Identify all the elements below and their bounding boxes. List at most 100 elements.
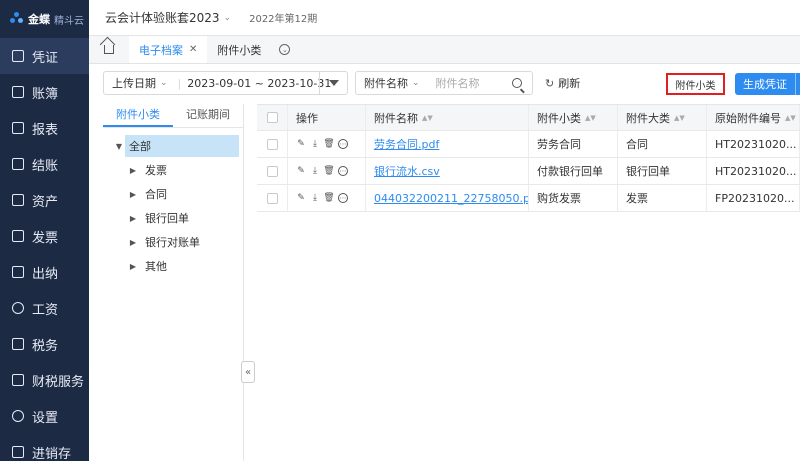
table-row[interactable]: ✎ ⤓ 🗑 ⋯ 银行流水.csv 付款银行回单 银行回单 HT20231020...: [257, 158, 800, 185]
collapse-panel-button[interactable]: «: [241, 361, 255, 383]
column-header[interactable]: 附件小类 ▲▼: [529, 105, 618, 130]
chevron-down-icon[interactable]: ⌄: [160, 78, 168, 88]
tab-accounting-period[interactable]: 记账期间: [173, 104, 243, 127]
checkbox[interactable]: [266, 112, 278, 123]
tree-node[interactable]: ▶ 其他: [127, 254, 243, 278]
date-type-select[interactable]: 上传日期: [112, 75, 156, 91]
nav-icon: [12, 122, 24, 134]
filter-icon: [328, 80, 339, 86]
tab-attachment-category[interactable]: 附件小类: [207, 36, 271, 63]
caret-right-icon[interactable]: ▶: [127, 190, 139, 199]
book-name-selector[interactable]: 云会计体验账套2023: [105, 9, 220, 26]
caret-right-icon[interactable]: ▶: [127, 214, 139, 223]
attachment-link[interactable]: 044032200211_22758050.pdf: [374, 192, 528, 205]
edit-icon[interactable]: ✎: [296, 193, 306, 203]
tree-node[interactable]: ▶ 合同: [127, 182, 243, 206]
table-row[interactable]: ✎ ⤓ 🗑 ⋯ 044032200211_22758050.pdf 购货发票 发票 FP202…: [257, 185, 800, 212]
date-range-input[interactable]: 2023-09-01 ~ 2023-10-31: [187, 77, 331, 90]
tree-node-label[interactable]: 发票: [145, 162, 167, 178]
delete-icon[interactable]: 🗑: [323, 139, 334, 149]
tree-node-label[interactable]: 银行对账单: [145, 234, 200, 250]
delete-icon[interactable]: 🗑: [323, 166, 334, 176]
checkbox[interactable]: [266, 192, 278, 204]
sidebar-item[interactable]: 发票: [0, 218, 89, 254]
sidebar-item-label: 发票: [32, 230, 59, 246]
search-box[interactable]: 附件名称 ⌄ 附件名称: [355, 71, 533, 95]
sidebar-item[interactable]: 设置: [0, 398, 89, 434]
cell-name: 044032200211_22758050.pdf: [366, 185, 529, 211]
caret-right-icon[interactable]: ▶: [127, 238, 139, 247]
attachment-link[interactable]: 劳务合同.pdf: [374, 136, 439, 152]
cell-sub-category: 付款银行回单: [529, 158, 618, 184]
chevron-down-icon[interactable]: ⌄: [412, 78, 420, 88]
sidebar-item[interactable]: 进销存: [0, 434, 89, 461]
logo[interactable]: 金蝶 精斗云: [0, 0, 89, 38]
home-icon: [104, 45, 114, 54]
sidebar-item[interactable]: 税务: [0, 326, 89, 362]
caret-right-icon[interactable]: ▶: [127, 166, 139, 175]
tree-node-label[interactable]: 银行回单: [145, 210, 189, 226]
tree-node[interactable]: ▶ 银行回单: [127, 206, 243, 230]
row-select[interactable]: [257, 185, 288, 211]
category-tree: ▼ 全部 ▶ 发票 ▶ 合同 ▶ 银行回单 ▶ 银行对账单 ▶ 其他: [103, 128, 243, 278]
tree-node-all[interactable]: ▼ 全部: [113, 134, 243, 158]
sidebar-item[interactable]: 工资: [0, 290, 89, 326]
checkbox[interactable]: [266, 138, 278, 150]
sidebar-item-label: 凭证: [32, 50, 59, 66]
sidebar-item[interactable]: 出纳: [0, 254, 89, 290]
column-header[interactable]: 原始附件编号 ▲▼: [707, 105, 800, 130]
sidebar-item[interactable]: 报表: [0, 110, 89, 146]
refresh-button[interactable]: ↻ 刷新: [545, 71, 580, 95]
tab-electronic-archive[interactable]: 电子档案 ✕: [129, 36, 208, 63]
chevron-down-icon[interactable]: ⌄: [795, 73, 800, 95]
column-header: 操作: [288, 105, 366, 130]
attachment-category-button[interactable]: 附件小类: [666, 73, 725, 95]
search-input[interactable]: 附件名称: [436, 75, 480, 91]
attachment-link[interactable]: 银行流水.csv: [374, 163, 440, 179]
download-icon[interactable]: ⤓: [310, 139, 320, 149]
sidebar-item[interactable]: 凭证: [0, 38, 89, 74]
table-row[interactable]: ✎ ⤓ 🗑 ⋯ 劳务合同.pdf 劳务合同 合同 HT20231020...: [257, 131, 800, 158]
sidebar-item[interactable]: 资产: [0, 182, 89, 218]
tree-node[interactable]: ▶ 银行对账单: [127, 230, 243, 254]
table-body: ✎ ⤓ 🗑 ⋯ 劳务合同.pdf 劳务合同 合同 HT20231020... ✎ ⤓ 🗑 ⋯ 银行流水.…: [257, 131, 800, 212]
column-header[interactable]: 附件大类 ▲▼: [618, 105, 707, 130]
tree-node-label[interactable]: 全部: [125, 135, 239, 157]
row-select[interactable]: [257, 131, 288, 157]
tab-label: 附件小类: [217, 43, 262, 57]
tree-node-label[interactable]: 合同: [145, 186, 167, 202]
tab-attachment-category[interactable]: 附件小类: [103, 104, 173, 127]
close-icon[interactable]: ✕: [189, 44, 197, 55]
delete-icon[interactable]: 🗑: [323, 193, 334, 203]
column-header[interactable]: 附件名称 ▲▼: [366, 105, 529, 130]
generate-voucher-button[interactable]: 生成凭证 ⌄: [735, 73, 800, 95]
caret-right-icon[interactable]: ▶: [127, 262, 139, 271]
filter-button[interactable]: [319, 72, 347, 94]
sort-icon: ▲▼: [674, 113, 685, 122]
date-filter[interactable]: 上传日期 ⌄ | 2023-09-01 ~ 2023-10-31: [103, 71, 348, 95]
download-icon[interactable]: ⤓: [310, 166, 320, 176]
sidebar-item[interactable]: 财税服务: [0, 362, 89, 398]
generate-voucher-label[interactable]: 生成凭证: [735, 76, 795, 92]
tree-node[interactable]: ▶ 发票: [127, 158, 243, 182]
search-icon[interactable]: [512, 78, 522, 88]
edit-icon[interactable]: ✎: [296, 139, 306, 149]
edit-icon[interactable]: ✎: [296, 166, 306, 176]
divider: |: [177, 76, 182, 90]
tab-more-button[interactable]: ⌄: [271, 36, 298, 63]
tab-home[interactable]: [89, 36, 129, 63]
sidebar-item[interactable]: 结账: [0, 146, 89, 182]
cell-main-category: 合同: [618, 131, 707, 157]
checkbox[interactable]: [266, 165, 278, 177]
header-select-all[interactable]: [257, 105, 288, 130]
more-icon[interactable]: ⋯: [338, 193, 348, 203]
search-field-select[interactable]: 附件名称: [364, 75, 408, 91]
row-select[interactable]: [257, 158, 288, 184]
chevron-down-icon[interactable]: ⌄: [224, 13, 232, 23]
caret-down-icon[interactable]: ▼: [113, 142, 125, 151]
sidebar-item[interactable]: 账簿: [0, 74, 89, 110]
more-icon[interactable]: ⋯: [338, 166, 348, 176]
download-icon[interactable]: ⤓: [310, 193, 320, 203]
more-icon[interactable]: ⋯: [338, 139, 348, 149]
tree-node-label[interactable]: 其他: [145, 258, 167, 274]
